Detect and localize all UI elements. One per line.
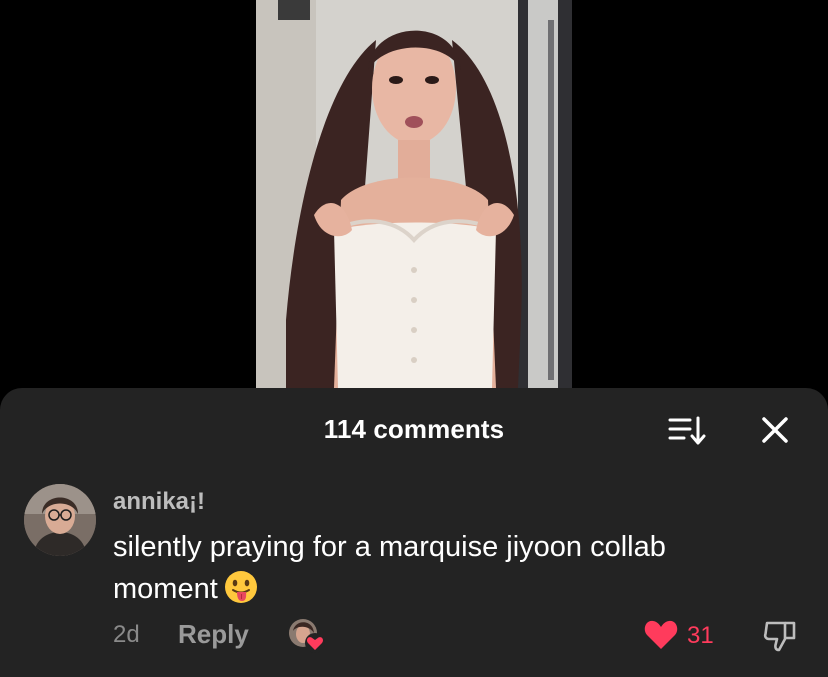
avatar[interactable] [24,484,96,556]
creator-liked-badge [287,617,327,655]
screen: 114 comments annika¡! silently praying f… [0,0,828,677]
comment-timestamp: 2d [113,621,140,648]
tongue-out-emoji-icon [224,571,257,603]
sort-icon [668,416,706,445]
comment-text: silently praying for a marquise jiyoon c… [113,531,666,605]
sort-button[interactable] [668,414,706,446]
heart-icon [644,620,678,649]
thumbs-down-icon [763,621,796,652]
comment-body: silently praying for a marquise jiyoon c… [113,526,753,610]
like-button[interactable]: 31 [643,619,723,653]
like-count: 31 [687,622,714,649]
comment-meta-row: 2d Reply 31 [113,619,813,653]
reply-button[interactable]: Reply [178,619,249,650]
close-icon [762,417,788,443]
user-avatar-image [24,484,96,556]
close-button[interactable] [758,413,792,447]
video-frame-image [256,0,572,388]
creator-liked-icon [289,619,325,653]
dislike-button[interactable] [761,617,799,655]
comment-username[interactable]: annika¡! [113,488,205,516]
video-player[interactable] [256,0,572,388]
comments-sheet: 114 comments annika¡! silently praying f… [0,388,828,677]
comment-item: annika¡! silently praying for a marquise… [0,484,828,674]
